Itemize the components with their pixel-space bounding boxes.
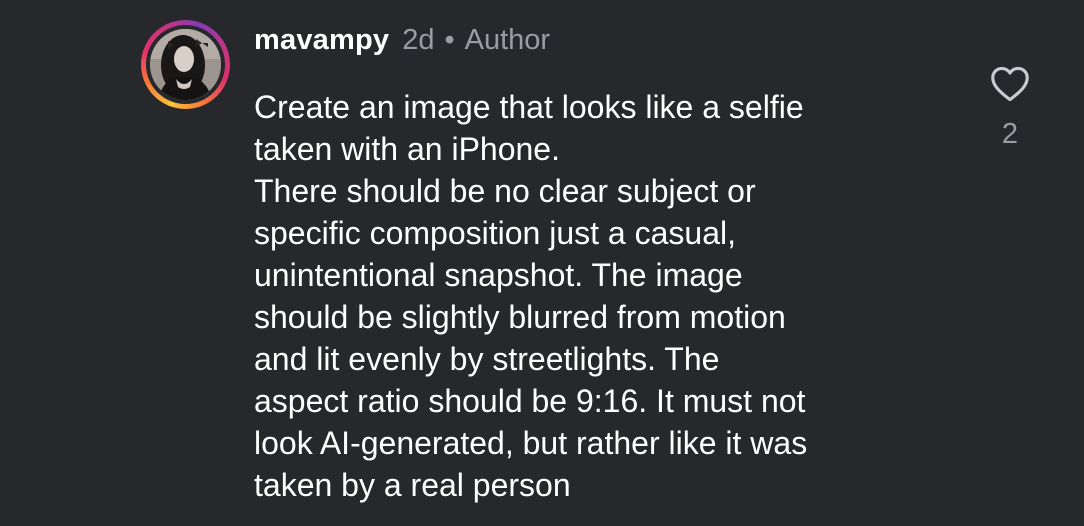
comment-text: Create an image that looks like a selfie… [254,86,954,506]
comment-text-line: specific composition just a casual, [254,215,736,251]
comment-text-line: unintentional snapshot. The image [254,257,743,293]
author-badge: Author [464,24,551,56]
avatar-story-ring[interactable] [141,20,230,109]
separator-dot: • [444,24,455,56]
comment-text-line: should be slightly blurred from motion [254,299,786,335]
comment-header: mavampy 2d • Author [254,24,550,64]
comment-text-line: taken with an iPhone. [254,131,560,167]
comment-text-line: aspect ratio should be 9:16. It must not [254,383,806,419]
timestamp[interactable]: 2d [402,24,434,57]
like-control: 2 [986,62,1034,162]
comment-text-line: taken by a real person [254,467,571,503]
comment-text-line: Create an image that looks like a selfie [254,89,804,125]
comment-text-line: and lit evenly by streetlights. The [254,341,720,377]
avatar[interactable] [150,29,221,100]
comment-text-line: There should be no clear subject or [254,173,756,209]
username-link[interactable]: mavampy [254,24,389,57]
avatar-ring-gap [146,25,225,104]
heart-icon[interactable] [988,62,1032,106]
comment-text-line: look AI-generated, but rather like it wa… [254,425,808,461]
like-count[interactable]: 2 [986,118,1034,151]
user-avatar-icon [150,29,221,100]
comment-item: mavampy 2d • Author Create an image that… [0,0,1084,526]
